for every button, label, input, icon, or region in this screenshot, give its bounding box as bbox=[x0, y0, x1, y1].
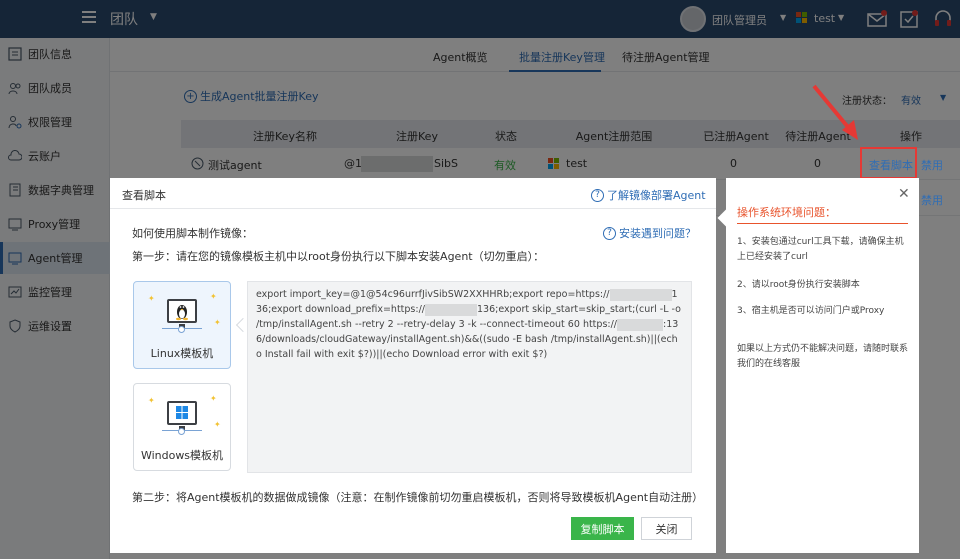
template-label: Windows模板机 bbox=[140, 449, 224, 462]
disable-button[interactable]: 禁用 bbox=[921, 192, 943, 208]
view-script-dialog: 查看脚本 ? 了解镜像部署Agent 如何使用脚本制作镜像： ? 安装遇到问题？… bbox=[110, 178, 716, 553]
linux-template-card[interactable]: ✦ ✦ ✦ Linux模板机 bbox=[133, 281, 231, 369]
close-button[interactable]: 关闭 bbox=[641, 517, 692, 540]
step-one-text: 第一步：请在您的镜像模板主机中以root身份执行以下脚本安装Agent（切勿重启… bbox=[132, 250, 545, 263]
step-two-text: 第二步：将Agent模板机的数据做成镜像（注意：在制作镜像前切勿重启模板机，否则… bbox=[132, 491, 704, 504]
question-icon: ? bbox=[603, 226, 616, 240]
panel-footer: 如果以上方式仍不能解决问题，请随时联系我们的在线客服 bbox=[737, 344, 909, 369]
tip-item: 2、请以root身份执行安装脚本 bbox=[737, 280, 860, 290]
annotation-arrow-icon bbox=[812, 84, 858, 140]
troubleshoot-panel: ✕ 操作系统环境问题： 1、安装包通过curl工具下载，请确保主机上已经安装了c… bbox=[717, 178, 919, 553]
tip-item: 1、安装包通过curl工具下载，请确保主机上已经安装了curl bbox=[737, 237, 904, 262]
template-label: Linux模板机 bbox=[150, 347, 214, 360]
help-link-label: 了解镜像部署Agent bbox=[607, 189, 706, 202]
divider bbox=[737, 223, 908, 224]
close-icon[interactable]: ✕ bbox=[898, 186, 910, 202]
install-issue-link[interactable]: ? 安装遇到问题？ bbox=[603, 225, 696, 241]
script-content: export import_key=@1@54c96urrfJivSibSW2X… bbox=[256, 288, 681, 360]
help-link[interactable]: ? 了解镜像部署Agent bbox=[591, 187, 706, 203]
disable-button[interactable]: 禁用 bbox=[921, 157, 943, 173]
windows-template-card[interactable]: ✦ ✦ ✦ Windows模板机 bbox=[133, 383, 231, 471]
dialog-title: 查看脚本 bbox=[122, 189, 166, 202]
install-issue-label: 安装遇到问题？ bbox=[619, 227, 696, 240]
question-icon: ? bbox=[591, 188, 604, 202]
highlight-box bbox=[860, 147, 917, 179]
windows-icon bbox=[167, 401, 197, 425]
divider bbox=[110, 208, 716, 209]
script-text-area[interactable]: export import_key=@1@54c96urrfJivSibSW2X… bbox=[247, 281, 692, 473]
how-to-label: 如何使用脚本制作镜像： bbox=[132, 227, 253, 240]
linux-icon bbox=[167, 299, 197, 323]
panel-title: 操作系统环境问题： bbox=[737, 206, 836, 219]
tip-item: 3、宿主机是否可以访问门户或Proxy bbox=[737, 306, 885, 316]
copy-script-button[interactable]: 复制脚本 bbox=[571, 517, 634, 540]
